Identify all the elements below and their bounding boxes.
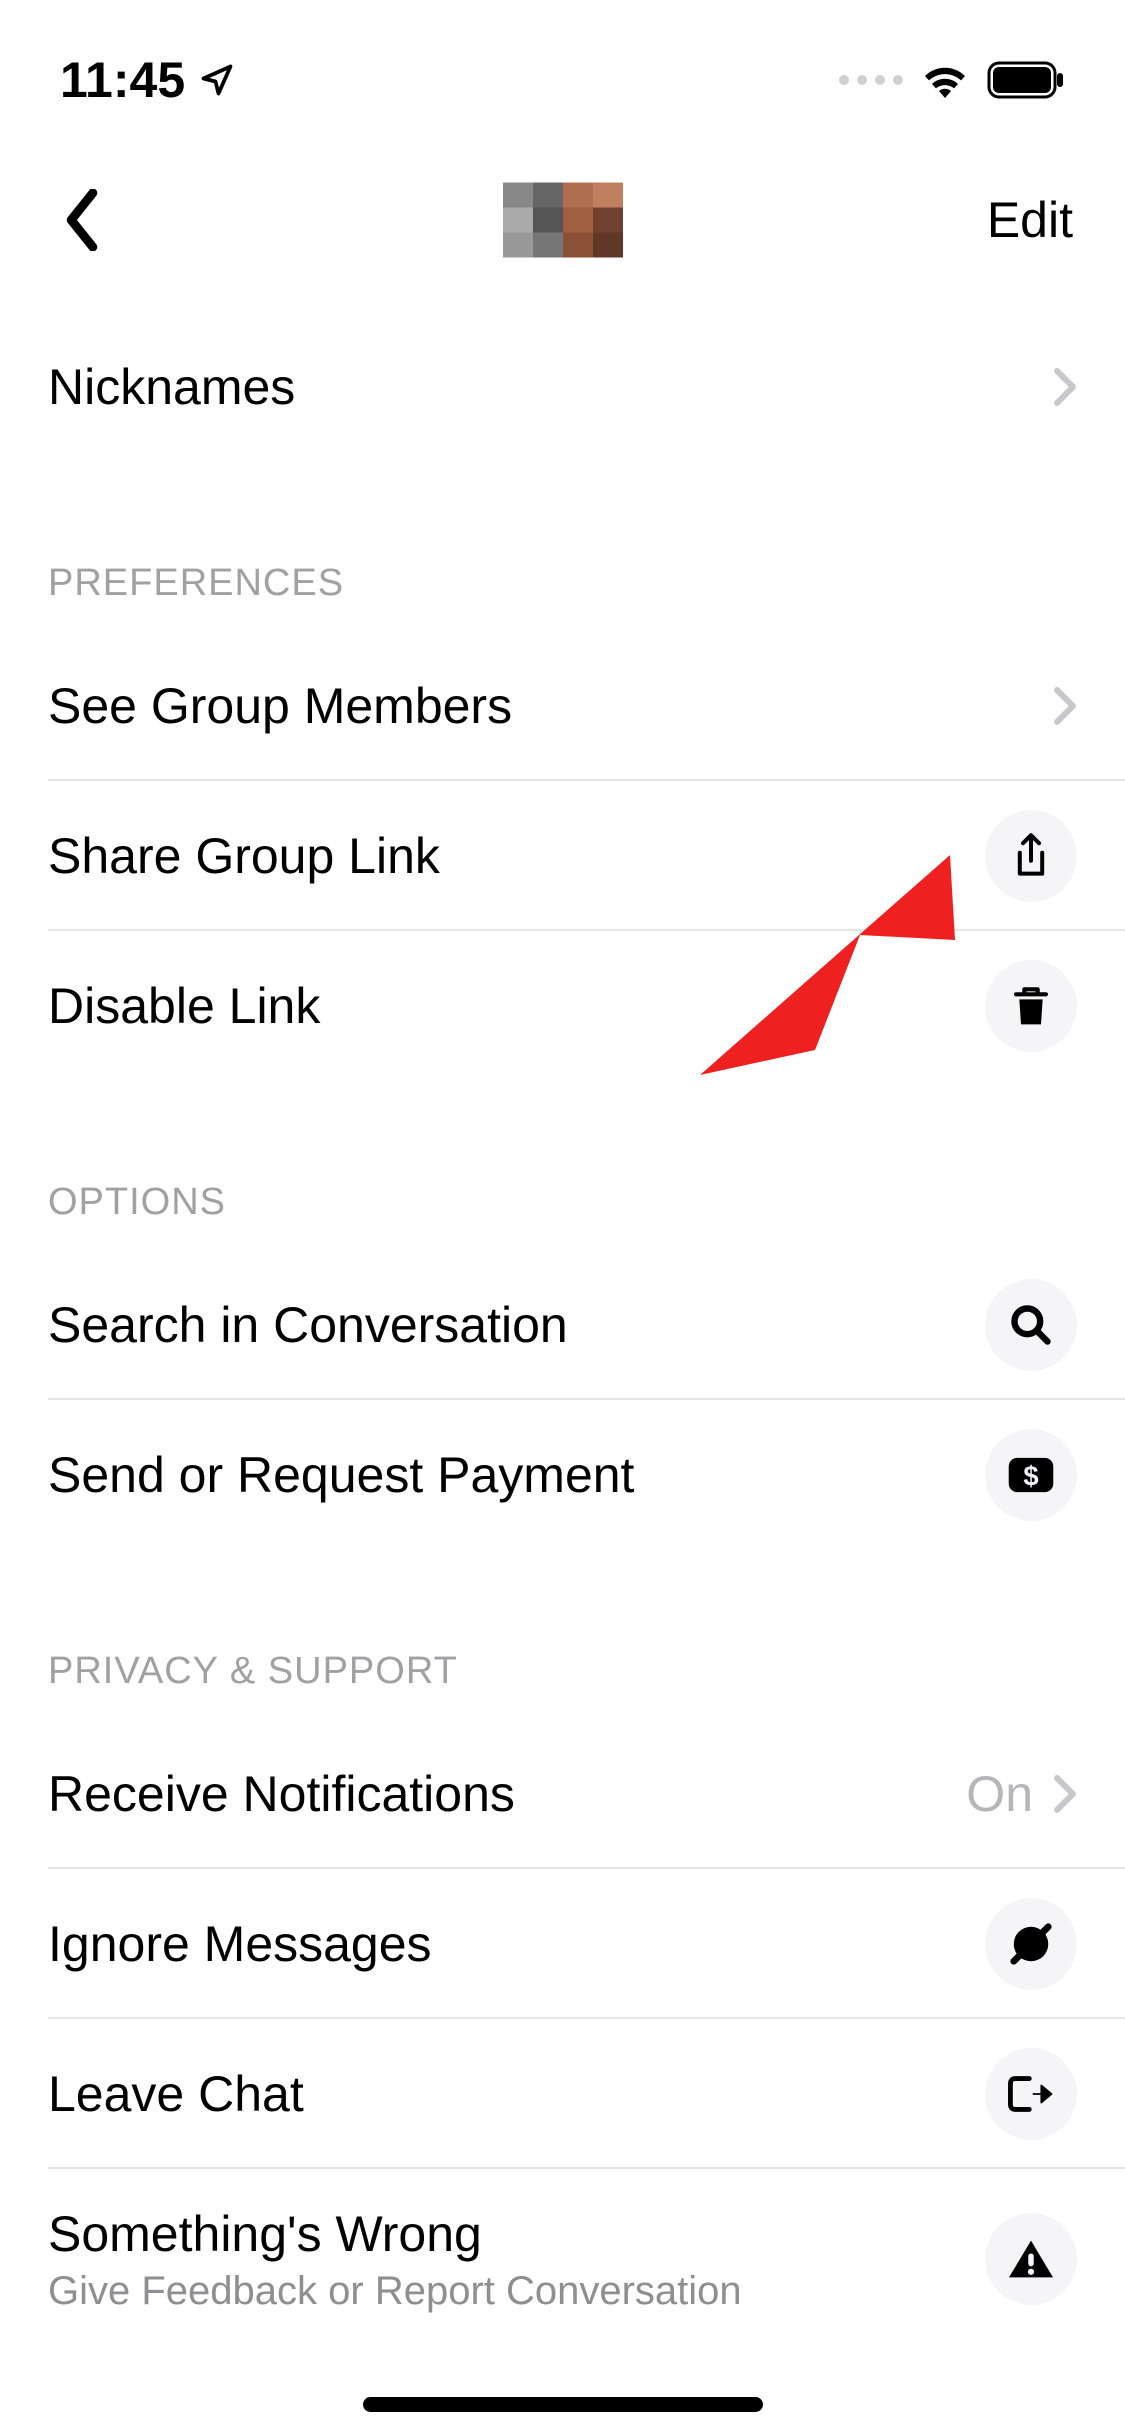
status-bar: 11:45 [0, 0, 1125, 130]
payment-label: Send or Request Payment [48, 1446, 634, 1504]
disable-link-label: Disable Link [48, 977, 320, 1035]
nicknames-label: Nicknames [48, 358, 295, 416]
share-link-label: Share Group Link [48, 827, 440, 885]
home-indicator[interactable] [363, 2397, 763, 2412]
search-row[interactable]: Search in Conversation [0, 1250, 1125, 1400]
payment-icon-button[interactable]: $ [985, 1429, 1077, 1521]
ignore-row[interactable]: Ignore Messages [0, 1869, 1125, 2019]
leave-icon [1007, 2072, 1055, 2116]
privacy-header: PRIVACY & SUPPORT [0, 1550, 1125, 1719]
edit-button[interactable]: Edit [987, 191, 1073, 249]
see-members-row[interactable]: See Group Members [0, 631, 1125, 781]
search-icon-button[interactable] [985, 1279, 1077, 1371]
chevron-right-icon [1053, 686, 1077, 726]
share-icon-button[interactable] [985, 810, 1077, 902]
share-link-row[interactable]: Share Group Link [0, 781, 1125, 931]
see-members-label: See Group Members [48, 677, 512, 735]
search-icon [1009, 1303, 1053, 1347]
leave-label: Leave Chat [48, 2065, 304, 2123]
status-right [839, 61, 1065, 99]
search-label: Search in Conversation [48, 1296, 568, 1354]
cellular-signal-icon [839, 75, 903, 85]
warning-icon-button[interactable] [985, 2213, 1077, 2305]
leave-row[interactable]: Leave Chat [0, 2019, 1125, 2169]
chevron-left-icon [64, 189, 100, 251]
ignore-icon [1008, 1921, 1054, 1967]
disable-link-row[interactable]: Disable Link [0, 931, 1125, 1081]
payment-icon: $ [1007, 1455, 1055, 1495]
status-time: 11:45 [60, 51, 185, 109]
wrong-sub: Give Feedback or Report Conversation [48, 2269, 742, 2314]
leave-icon-button[interactable] [985, 2048, 1077, 2140]
nav-header: Edit [0, 130, 1125, 310]
group-avatar[interactable] [503, 183, 623, 258]
notifications-row[interactable]: Receive Notifications On [0, 1719, 1125, 1869]
ignore-label: Ignore Messages [48, 1915, 432, 1973]
trash-icon-button[interactable] [985, 960, 1077, 1052]
svg-text:$: $ [1023, 1460, 1038, 1491]
notifications-value: On [966, 1765, 1033, 1823]
status-left: 11:45 [60, 51, 235, 109]
chevron-right-icon [1053, 1774, 1077, 1814]
warning-icon [1007, 2237, 1055, 2281]
location-icon [199, 62, 235, 98]
options-header: OPTIONS [0, 1081, 1125, 1250]
preferences-header: PREFERENCES [0, 462, 1125, 631]
share-icon [1011, 832, 1051, 880]
wifi-icon [921, 62, 969, 98]
nicknames-row[interactable]: Nicknames [0, 312, 1125, 462]
payment-row[interactable]: Send or Request Payment $ [0, 1400, 1125, 1550]
notifications-label: Receive Notifications [48, 1765, 515, 1823]
something-wrong-row[interactable]: Something's Wrong Give Feedback or Repor… [0, 2169, 1125, 2349]
battery-icon [987, 61, 1065, 99]
back-button[interactable] [52, 190, 112, 250]
ignore-icon-button[interactable] [985, 1898, 1077, 1990]
chevron-right-icon [1053, 367, 1077, 407]
wrong-label: Something's Wrong [48, 2205, 742, 2263]
trash-icon [1011, 984, 1051, 1028]
